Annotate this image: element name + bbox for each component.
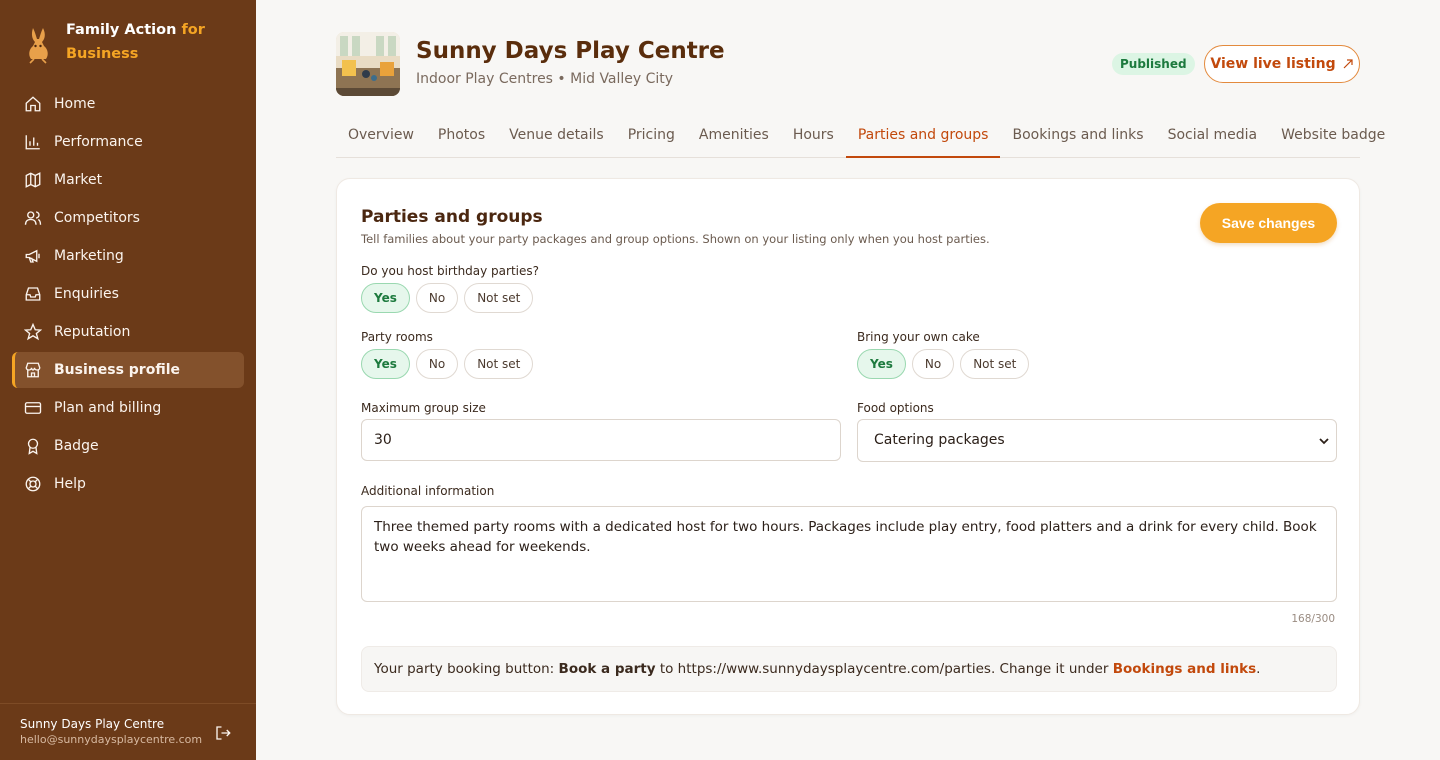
save-button[interactable]: Save changes — [1200, 203, 1337, 243]
sidebar-item-market[interactable]: Market — [12, 162, 244, 198]
sidebar-item-label: Marketing — [54, 248, 124, 264]
sidebar-item-plan-and-billing[interactable]: Plan and billing — [12, 390, 244, 426]
tab-parties-and-groups[interactable]: Parties and groups — [845, 118, 1001, 158]
own-cake-toggle: Yes No Not set — [857, 349, 1035, 379]
external-link-icon — [1343, 59, 1353, 69]
sidebar: Family Action for Business Home Performa… — [0, 0, 256, 760]
sidebar-item-home[interactable]: Home — [12, 86, 244, 122]
info-suffix: . — [1256, 661, 1261, 677]
view-live-label: View live listing — [1210, 56, 1336, 72]
sidebar-item-business-profile[interactable]: Business profile — [12, 352, 244, 388]
birthday-yes-option[interactable]: Yes — [361, 283, 410, 313]
sidebar-item-reputation[interactable]: Reputation — [12, 314, 244, 350]
venue-category-location: Indoor Play Centres • Mid Valley City — [416, 71, 674, 87]
birthday-parties-toggle: Yes No Not set — [361, 283, 539, 313]
tab-bookings-and-links[interactable]: Bookings and links — [1000, 118, 1155, 158]
sidebar-item-label: Market — [54, 172, 103, 188]
brand-name: Family Action for Business — [66, 22, 205, 62]
tab-overview[interactable]: Overview — [336, 118, 426, 158]
own-cake-label: Bring your own cake — [857, 330, 980, 344]
tab-photos[interactable]: Photos — [426, 118, 497, 158]
sidebar-item-help[interactable]: Help — [12, 466, 244, 502]
character-counter: 168/300 — [1291, 613, 1335, 625]
logout-icon[interactable] — [214, 724, 232, 742]
section-title: Parties and groups — [361, 207, 543, 227]
additional-info-textarea[interactable]: Three themed party rooms with a dedicate… — [361, 506, 1337, 602]
food-options-select[interactable]: Catering packages — [857, 419, 1337, 462]
account-email: hello@sunnydaysplaycentre.com — [20, 733, 203, 746]
party-rooms-no-option[interactable]: No — [415, 349, 459, 379]
own-cake-no-option[interactable]: No — [911, 349, 955, 379]
credit-card-icon — [24, 402, 42, 414]
booking-button-info: Your party booking button: Book a party … — [361, 646, 1337, 692]
booking-button-name: Book a party — [558, 661, 656, 677]
tab-amenities[interactable]: Amenities — [687, 118, 781, 158]
tab-pricing[interactable]: Pricing — [616, 118, 687, 158]
food-options-label: Food options — [857, 401, 934, 415]
status-badge: Published — [1112, 53, 1195, 75]
bar-chart-icon — [25, 135, 40, 150]
sidebar-item-label: Reputation — [54, 324, 131, 340]
party-rooms-label: Party rooms — [361, 330, 433, 344]
megaphone-icon — [25, 249, 40, 263]
sidebar-item-label: Performance — [54, 134, 143, 150]
section-description: Tell families about your party packages … — [361, 232, 990, 246]
home-icon — [25, 96, 41, 112]
map-icon — [25, 172, 41, 188]
sidebar-item-label: Business profile — [54, 362, 180, 378]
sidebar-nav: Home Performance Market Competitors Mark… — [12, 86, 244, 504]
sidebar-item-competitors[interactable]: Competitors — [12, 200, 244, 236]
users-icon — [24, 211, 42, 225]
parties-form-card: Parties and groups Tell families about y… — [336, 178, 1360, 715]
lifebuoy-icon — [25, 476, 41, 492]
chevron-down-icon — [1319, 438, 1329, 445]
rabbit-icon — [29, 28, 48, 64]
profile-tabs: Overview Photos Venue details Pricing Am… — [336, 118, 1385, 158]
tab-venue-details[interactable]: Venue details — [497, 118, 616, 158]
birthday-no-option[interactable]: No — [415, 283, 459, 313]
birthday-not-set-option[interactable]: Not set — [464, 283, 534, 313]
sidebar-item-marketing[interactable]: Marketing — [12, 238, 244, 274]
additional-info-label: Additional information — [361, 484, 495, 498]
group-size-input[interactable]: 30 — [361, 419, 841, 461]
inbox-icon — [25, 287, 41, 301]
sidebar-item-label: Badge — [54, 438, 99, 454]
group-size-label: Maximum group size — [361, 401, 486, 415]
info-middle: to https://www.sunnydaysplaycentre.com/p… — [655, 661, 1113, 677]
sidebar-item-label: Home — [54, 96, 96, 112]
sidebar-item-label: Plan and billing — [54, 400, 162, 416]
party-rooms-yes-option[interactable]: Yes — [361, 349, 410, 379]
brand[interactable]: Family Action for Business — [24, 18, 206, 66]
own-cake-yes-option[interactable]: Yes — [857, 349, 906, 379]
party-rooms-not-set-option[interactable]: Not set — [464, 349, 534, 379]
venue-thumbnail — [336, 32, 400, 96]
award-icon — [27, 438, 39, 455]
account-name: Sunny Days Play Centre — [20, 717, 165, 731]
sidebar-item-enquiries[interactable]: Enquiries — [12, 276, 244, 312]
info-prefix: Your party booking button: — [374, 661, 559, 677]
sidebar-item-label: Competitors — [54, 210, 140, 226]
sidebar-item-label: Enquiries — [54, 286, 119, 302]
star-icon — [24, 323, 42, 341]
own-cake-not-set-option[interactable]: Not set — [960, 349, 1030, 379]
sidebar-item-badge[interactable]: Badge — [12, 428, 244, 464]
party-rooms-toggle: Yes No Not set — [361, 349, 539, 379]
tab-social-media[interactable]: Social media — [1156, 118, 1270, 158]
bookings-and-links-link[interactable]: Bookings and links — [1113, 661, 1256, 677]
page-title: Sunny Days Play Centre — [416, 38, 725, 64]
tab-website-badge[interactable]: Website badge — [1269, 118, 1397, 158]
sidebar-item-performance[interactable]: Performance — [12, 124, 244, 160]
sidebar-item-label: Help — [54, 476, 86, 492]
tab-hours[interactable]: Hours — [781, 118, 846, 158]
birthday-parties-label: Do you host birthday parties? — [361, 264, 540, 278]
store-icon — [25, 362, 41, 378]
view-live-listing-button[interactable]: View live listing — [1204, 45, 1360, 83]
account-panel: Sunny Days Play Centre hello@sunnydayspl… — [0, 703, 256, 760]
food-options-value: Catering packages — [874, 432, 1005, 448]
